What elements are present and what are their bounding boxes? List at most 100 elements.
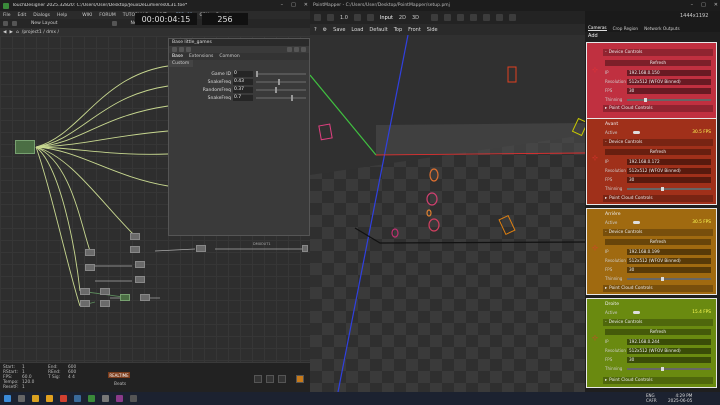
tab-crop-region[interactable]: Crop Region [613,26,638,31]
thinning-slider[interactable] [627,366,711,371]
stat-value[interactable]: 4 4 [68,375,76,380]
menu-top[interactable]: Top [394,27,402,33]
menu-default[interactable]: Default [369,27,387,33]
stat-value[interactable]: 1 [22,385,34,390]
active-toggle[interactable] [633,131,640,134]
param-value[interactable]: 0.7 [233,95,253,101]
app-icon[interactable] [74,395,81,402]
fps-field[interactable]: 30 [627,266,711,273]
pane-icon[interactable] [3,21,8,26]
menu-side[interactable]: Side [427,27,438,33]
step-icon[interactable] [278,375,286,383]
point-cloud-controls-toggle[interactable]: ▸ Point Cloud Controls [603,285,713,292]
chrome-icon[interactable] [60,395,67,402]
param-value[interactable]: 0.43 [233,79,253,85]
chop-node[interactable] [135,276,145,283]
base-operator[interactable] [15,140,35,154]
edit-icon[interactable] [287,47,292,52]
menu-wiki[interactable]: WIKI [82,13,92,18]
pane-icon-2[interactable] [111,21,117,26]
forward-arrow-icon[interactable]: ▶ [9,30,12,35]
ip-field[interactable]: 192.168.0.244 [627,338,711,345]
mode-3d[interactable]: 3D [412,15,419,21]
undo-icon[interactable] [327,14,334,21]
chop-node[interactable] [80,300,90,307]
tab-base[interactable]: Base [172,54,183,59]
app-icon[interactable] [116,395,123,402]
file-explorer-icon[interactable] [32,395,39,402]
system-clock[interactable]: 4:29 PM 2025-06-05 [668,393,692,403]
minimize-icon[interactable]: – [691,2,694,8]
chop-node[interactable] [100,300,110,307]
dmxout-node[interactable] [196,245,206,252]
chop-node[interactable] [85,249,95,256]
thinning-slider[interactable] [627,276,711,281]
param-value[interactable]: 0.37 [233,87,253,93]
folder-icon[interactable] [46,395,53,402]
dmxout-node-2[interactable] [302,245,308,252]
point-cloud-controls-toggle[interactable]: ▸ Point Cloud Controls [603,195,713,202]
tab-custom[interactable]: Custom [169,60,193,67]
play-icon[interactable] [296,375,304,383]
refresh-icon[interactable] [353,14,361,21]
menu-file[interactable]: File [3,13,11,18]
active-toggle[interactable] [633,221,640,224]
refresh-button[interactable]: Refresh [605,239,711,245]
chop-node[interactable] [100,288,110,295]
param-slider[interactable] [256,87,306,93]
app-icon[interactable] [130,395,137,402]
device-controls-toggle[interactable]: - Device Controls [603,139,713,146]
tab-common[interactable]: Common [219,54,239,59]
touchdesigner-taskbar-icon[interactable] [88,395,95,402]
chop-node[interactable] [135,261,145,268]
layout-left[interactable]: New Layout [31,21,58,26]
mode-2d[interactable]: 2D [399,15,406,21]
refresh-button[interactable]: Refresh [605,149,711,155]
3d-viewport[interactable] [310,35,585,392]
chop-node[interactable] [130,246,140,253]
menu-dialogs[interactable]: Dialogs [33,13,50,18]
more-icon[interactable] [495,14,503,21]
point-cloud-controls-toggle[interactable]: ▸ Point Cloud Controls [603,105,713,112]
resolution-select[interactable]: 512x512 (WFOV Binned) [627,347,711,354]
path-breadcrumb[interactable]: /project1 / dmx / [22,30,59,35]
param-slider[interactable] [256,71,306,77]
realtime-button[interactable]: REALTIME [108,372,130,378]
ip-field[interactable]: 192.168.0.150 [627,69,711,76]
menu-load[interactable]: Load [351,27,363,33]
active-toggle[interactable] [633,311,640,314]
rotate-icon[interactable] [456,14,464,21]
ip-field[interactable]: 192.168.0.199 [627,248,711,255]
home-icon[interactable]: ⌂ [16,30,19,35]
maximize-icon[interactable]: □ [291,2,296,8]
fps-field[interactable]: 30 [627,87,711,94]
tab-extensions[interactable]: Extensions [189,54,213,59]
fps-field[interactable]: 30 [627,176,711,183]
camera-icon[interactable] [366,14,374,21]
param-value[interactable]: 0 [233,71,253,77]
cursor-icon[interactable] [430,14,438,21]
ip-field[interactable]: 192.168.0.172 [627,158,711,165]
fullscreen-icon[interactable] [508,14,516,21]
resolution-select[interactable]: 512x512 (WFOV Binned) [627,167,711,174]
gear-icon[interactable] [294,47,299,52]
device-controls-toggle[interactable]: - Device Controls [603,319,713,326]
point-cloud-controls-toggle[interactable]: ▸ Point Cloud Controls [603,377,713,384]
chop-node[interactable] [140,294,150,301]
tab-network-outputs[interactable]: Network Outputs [644,26,680,31]
device-controls-toggle[interactable]: - Device Controls [603,49,713,56]
refresh-button[interactable]: Refresh [605,60,711,66]
plus-icon[interactable] [301,47,306,52]
windows-start-icon[interactable] [4,395,11,402]
viewer-icon[interactable] [179,47,184,52]
chop-node[interactable] [130,233,140,240]
fps-field[interactable]: 30 [627,356,711,363]
resolution-select[interactable]: 512x512 (WFOV Binned) [627,78,711,85]
add-camera-button[interactable]: Add [585,32,720,40]
menu-help[interactable]: Help [57,13,67,18]
gear-icon[interactable]: ⚙ [323,27,327,33]
zoom-level[interactable]: 1.0 [340,15,348,21]
thinning-slider[interactable] [627,97,711,102]
close-icon[interactable]: ✕ [714,2,718,8]
info-icon[interactable] [186,47,191,52]
